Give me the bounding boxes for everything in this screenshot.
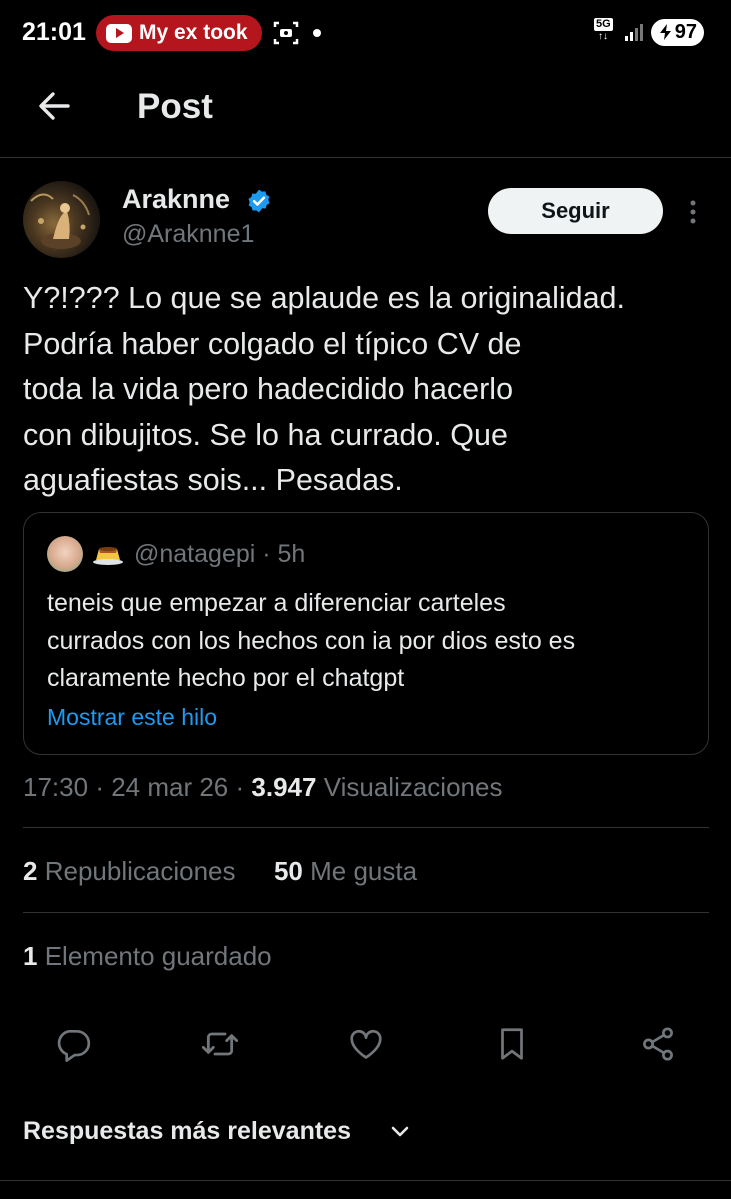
repost-icon bbox=[201, 1032, 239, 1056]
data-arrows-icon: ↑↓ bbox=[598, 31, 608, 42]
bookmarks-stat: 1 Elemento guardado bbox=[23, 941, 272, 972]
likes-stat[interactable]: 50 Me gusta bbox=[274, 856, 417, 886]
battery-level: 97 bbox=[674, 21, 697, 43]
bookmarks-label: Elemento guardado bbox=[44, 941, 272, 971]
divider bbox=[0, 1180, 731, 1181]
reply-button[interactable] bbox=[53, 1024, 93, 1064]
quoted-text-line: claramente hecho por el chatgpt bbox=[47, 664, 405, 692]
more-options-icon[interactable] bbox=[688, 199, 698, 225]
notification-dot-icon bbox=[313, 29, 321, 37]
share-icon bbox=[643, 1027, 673, 1061]
quoted-post-text: teneis que empezar a diferenciar cartele… bbox=[47, 585, 697, 698]
battery-indicator: 97 bbox=[651, 19, 704, 46]
status-time: 21:01 bbox=[22, 18, 86, 46]
repost-button[interactable] bbox=[200, 1024, 240, 1064]
likes-count: 50 bbox=[273, 856, 303, 886]
post-text-line: Y?!??? Lo que se aplaude es la originali… bbox=[23, 281, 625, 315]
post-text-line: aguafiestas sois... Pesadas. bbox=[23, 463, 403, 497]
quoted-text-line: teneis que empezar a diferenciar cartele… bbox=[47, 589, 506, 617]
reposts-stat[interactable]: 2 Republicaciones bbox=[23, 856, 243, 886]
post-text-line: Podría haber colgado el típico CV de bbox=[23, 326, 522, 361]
screen-recorder-icon bbox=[273, 21, 299, 45]
bookmark-button[interactable] bbox=[492, 1024, 532, 1064]
replies-sort-dropdown[interactable]: Respuestas más relevantes bbox=[23, 1117, 351, 1146]
likes-label: Me gusta bbox=[310, 856, 418, 886]
arrow-left-icon[interactable] bbox=[36, 88, 72, 124]
quoted-author-avatar bbox=[47, 536, 83, 572]
like-icon bbox=[350, 1029, 382, 1059]
author-handle[interactable]: @Araknne1 bbox=[122, 220, 254, 249]
chevron-down-icon[interactable] bbox=[389, 1124, 411, 1140]
show-thread-link[interactable]: Mostrar este hilo bbox=[47, 704, 217, 731]
reply-icon bbox=[57, 1029, 91, 1062]
status-bar: 21:01 My ex took 5G ↑↓ 97 bbox=[0, 0, 731, 66]
share-button[interactable] bbox=[638, 1024, 678, 1064]
views-count: 3.947 bbox=[251, 772, 317, 802]
bookmarks-count: 1 bbox=[23, 941, 38, 971]
network-type: 5G bbox=[594, 18, 613, 31]
like-button[interactable] bbox=[346, 1024, 386, 1064]
signal-icon bbox=[625, 24, 643, 41]
divider bbox=[23, 827, 709, 828]
author-avatar[interactable] bbox=[23, 181, 100, 258]
post-date: 24 mar 26 bbox=[111, 772, 229, 802]
youtube-icon bbox=[106, 23, 132, 43]
page-title: Post bbox=[137, 87, 213, 126]
top-app-bar: Post bbox=[0, 66, 731, 158]
media-title: My ex took bbox=[139, 21, 248, 44]
charging-icon bbox=[660, 24, 671, 40]
views-label[interactable]: Visualizaciones bbox=[324, 772, 503, 802]
quoted-author-handle: @natagepi · 5h bbox=[134, 540, 306, 568]
verified-badge-icon bbox=[248, 189, 270, 213]
quoted-text-line: currados con los hechos con ia por dios … bbox=[47, 626, 576, 655]
quoted-post-card[interactable]: @natagepi · 5h teneis que empezar a dife… bbox=[23, 512, 709, 755]
author-name[interactable]: Araknne bbox=[122, 184, 230, 215]
post-text: Y?!??? Lo que se aplaude es la originali… bbox=[23, 276, 718, 504]
bookmark-icon bbox=[501, 1028, 523, 1060]
flan-emoji-icon bbox=[93, 547, 123, 565]
divider bbox=[23, 912, 709, 913]
engagement-stats: 2 Republicaciones 50 Me gusta bbox=[23, 856, 417, 887]
avatar-artwork bbox=[30, 193, 90, 249]
media-notification-pill[interactable]: My ex took bbox=[96, 15, 262, 51]
reposts-count: 2 bbox=[23, 856, 38, 886]
reposts-label: Republicaciones bbox=[44, 856, 236, 886]
post-metadata: 17:30 · 24 mar 26 · 3.947 Visualizacione… bbox=[23, 772, 503, 802]
post-text-line: toda la vida pero hadecidido hacerlo bbox=[23, 372, 514, 406]
follow-button[interactable]: Seguir bbox=[488, 188, 663, 234]
post-text-line: con dibujitos. Se lo ha currado. Que bbox=[23, 417, 508, 452]
post-time: 17:30 bbox=[23, 772, 89, 802]
